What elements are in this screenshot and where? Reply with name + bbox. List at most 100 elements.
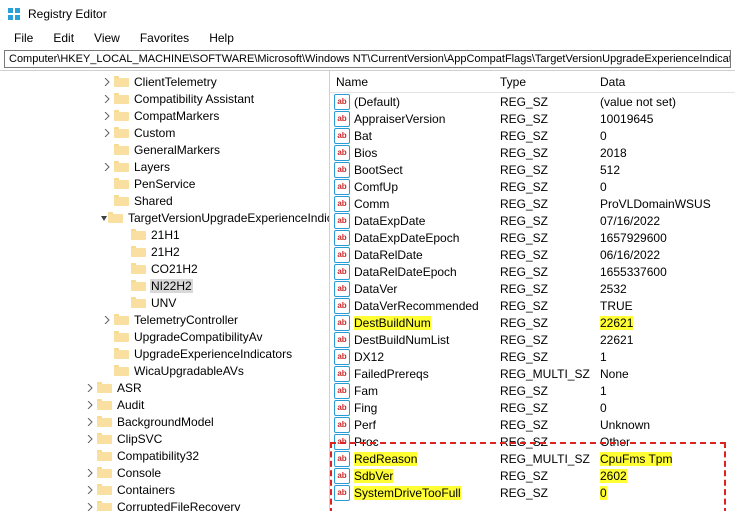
tree-item[interactable]: Console bbox=[0, 464, 329, 481]
tree-item[interactable]: Layers bbox=[0, 158, 329, 175]
tree-item[interactable]: NI22H2 bbox=[0, 277, 329, 294]
tree-item[interactable]: UpgradeCompatibilityAv bbox=[0, 328, 329, 345]
tree-expand-closed-icon[interactable] bbox=[100, 95, 114, 103]
menu-favorites[interactable]: Favorites bbox=[130, 30, 199, 46]
value-row[interactable]: abDataExpDateEpochREG_SZ1657929600 bbox=[330, 229, 735, 246]
string-value-icon: ab bbox=[334, 247, 350, 263]
value-type: REG_SZ bbox=[500, 231, 600, 245]
tree-item[interactable]: CompatMarkers bbox=[0, 107, 329, 124]
tree-expand-closed-icon[interactable] bbox=[100, 129, 114, 137]
menu-view[interactable]: View bbox=[84, 30, 130, 46]
value-row[interactable]: abRedReasonREG_MULTI_SZCpuFms Tpm bbox=[330, 450, 735, 467]
value-row[interactable]: abBatREG_SZ0 bbox=[330, 127, 735, 144]
value-row[interactable]: abFamREG_SZ1 bbox=[330, 382, 735, 399]
value-type: REG_SZ bbox=[500, 486, 600, 500]
column-header-name[interactable]: Name bbox=[330, 75, 500, 89]
value-data: (value not set) bbox=[600, 95, 720, 109]
tree-expand-open-icon[interactable] bbox=[100, 214, 108, 222]
value-row[interactable]: abFailedPrereqsREG_MULTI_SZNone bbox=[330, 365, 735, 382]
value-row[interactable]: abCommREG_SZProVLDomainWSUS bbox=[330, 195, 735, 212]
value-row[interactable]: abDataRelDateREG_SZ06/16/2022 bbox=[330, 246, 735, 263]
string-value-icon: ab bbox=[334, 400, 350, 416]
folder-icon bbox=[131, 262, 147, 275]
tree-item[interactable]: Containers bbox=[0, 481, 329, 498]
tree-item[interactable]: 21H2 bbox=[0, 243, 329, 260]
tree-expand-closed-icon[interactable] bbox=[100, 316, 114, 324]
menu-help[interactable]: Help bbox=[199, 30, 244, 46]
value-row[interactable]: abBiosREG_SZ2018 bbox=[330, 144, 735, 161]
tree-item[interactable]: Compatibility32 bbox=[0, 447, 329, 464]
value-row[interactable]: abSystemDriveTooFullREG_SZ0 bbox=[330, 484, 735, 501]
values-pane[interactable]: Name Type Data ab(Default)REG_SZ(value n… bbox=[330, 71, 735, 511]
column-header-data[interactable]: Data bbox=[600, 75, 720, 89]
tree-expand-closed-icon[interactable] bbox=[83, 469, 97, 477]
string-value-icon: ab bbox=[334, 179, 350, 195]
value-data: CpuFms Tpm bbox=[600, 452, 720, 466]
string-value-icon: ab bbox=[334, 383, 350, 399]
value-row[interactable]: abBootSectREG_SZ512 bbox=[330, 161, 735, 178]
value-row[interactable]: abDataVerREG_SZ2532 bbox=[330, 280, 735, 297]
tree-item[interactable]: CorruptedFileRecovery bbox=[0, 498, 329, 511]
tree-item[interactable]: ASR bbox=[0, 379, 329, 396]
tree-expand-closed-icon[interactable] bbox=[83, 486, 97, 494]
tree-item[interactable]: PenService bbox=[0, 175, 329, 192]
string-value-icon: ab bbox=[334, 162, 350, 178]
value-data: None bbox=[600, 367, 720, 381]
value-row[interactable]: abFingREG_SZ0 bbox=[330, 399, 735, 416]
tree-item[interactable]: GeneralMarkers bbox=[0, 141, 329, 158]
tree-expand-closed-icon[interactable] bbox=[83, 418, 97, 426]
value-row[interactable]: abDestBuildNumListREG_SZ22621 bbox=[330, 331, 735, 348]
tree-expand-closed-icon[interactable] bbox=[100, 112, 114, 120]
tree-item[interactable]: Shared bbox=[0, 192, 329, 209]
address-input[interactable]: Computer\HKEY_LOCAL_MACHINE\SOFTWARE\Mic… bbox=[4, 50, 731, 68]
value-row[interactable]: abDX12REG_SZ1 bbox=[330, 348, 735, 365]
tree-item-label: NI22H2 bbox=[150, 279, 193, 293]
folder-icon bbox=[114, 347, 130, 360]
menu-edit[interactable]: Edit bbox=[43, 30, 84, 46]
value-row[interactable]: abProcREG_SZOther bbox=[330, 433, 735, 450]
tree-item[interactable]: BackgroundModel bbox=[0, 413, 329, 430]
value-type: REG_SZ bbox=[500, 401, 600, 415]
tree-item[interactable]: WicaUpgradableAVs bbox=[0, 362, 329, 379]
tree-item[interactable]: UNV bbox=[0, 294, 329, 311]
tree-item[interactable]: 21H1 bbox=[0, 226, 329, 243]
value-row[interactable]: abDataVerRecommendedREG_SZTRUE bbox=[330, 297, 735, 314]
tree-pane[interactable]: ClientTelemetryCompatibility AssistantCo… bbox=[0, 71, 330, 511]
folder-icon bbox=[114, 177, 130, 190]
value-row[interactable]: abPerfREG_SZUnknown bbox=[330, 416, 735, 433]
string-value-icon: ab bbox=[334, 213, 350, 229]
value-row[interactable]: abSdbVerREG_SZ2602 bbox=[330, 467, 735, 484]
tree-item[interactable]: TelemetryController bbox=[0, 311, 329, 328]
tree-item[interactable]: UpgradeExperienceIndicators bbox=[0, 345, 329, 362]
value-row[interactable]: ab(Default)REG_SZ(value not set) bbox=[330, 93, 735, 110]
value-row[interactable]: abDestBuildNumREG_SZ22621 bbox=[330, 314, 735, 331]
tree-expand-closed-icon[interactable] bbox=[83, 435, 97, 443]
tree-item-label: CO21H2 bbox=[150, 262, 199, 276]
tree-item-label: CorruptedFileRecovery bbox=[116, 500, 241, 511]
value-data: Other bbox=[600, 435, 720, 449]
tree-item[interactable]: ClipSVC bbox=[0, 430, 329, 447]
value-data: ProVLDomainWSUS bbox=[600, 197, 720, 211]
value-data: 0 bbox=[600, 180, 720, 194]
menu-file[interactable]: File bbox=[4, 30, 43, 46]
column-header-type[interactable]: Type bbox=[500, 75, 600, 89]
tree-item[interactable]: Audit bbox=[0, 396, 329, 413]
value-row[interactable]: abDataRelDateEpochREG_SZ1655337600 bbox=[330, 263, 735, 280]
tree-item[interactable]: Compatibility Assistant bbox=[0, 90, 329, 107]
tree-expand-closed-icon[interactable] bbox=[83, 503, 97, 511]
tree-expand-closed-icon[interactable] bbox=[83, 401, 97, 409]
value-data: 22621 bbox=[600, 316, 720, 330]
value-row[interactable]: abDataExpDateREG_SZ07/16/2022 bbox=[330, 212, 735, 229]
tree-expand-closed-icon[interactable] bbox=[100, 78, 114, 86]
tree-item[interactable]: TargetVersionUpgradeExperienceIndic bbox=[0, 209, 329, 226]
value-row[interactable]: abComfUpREG_SZ0 bbox=[330, 178, 735, 195]
tree-item[interactable]: CO21H2 bbox=[0, 260, 329, 277]
string-value-icon: ab bbox=[334, 145, 350, 161]
value-type: REG_SZ bbox=[500, 435, 600, 449]
tree-item[interactable]: ClientTelemetry bbox=[0, 73, 329, 90]
tree-item[interactable]: Custom bbox=[0, 124, 329, 141]
value-data: TRUE bbox=[600, 299, 720, 313]
value-row[interactable]: abAppraiserVersionREG_SZ10019645 bbox=[330, 110, 735, 127]
tree-expand-closed-icon[interactable] bbox=[83, 384, 97, 392]
tree-expand-closed-icon[interactable] bbox=[100, 163, 114, 171]
